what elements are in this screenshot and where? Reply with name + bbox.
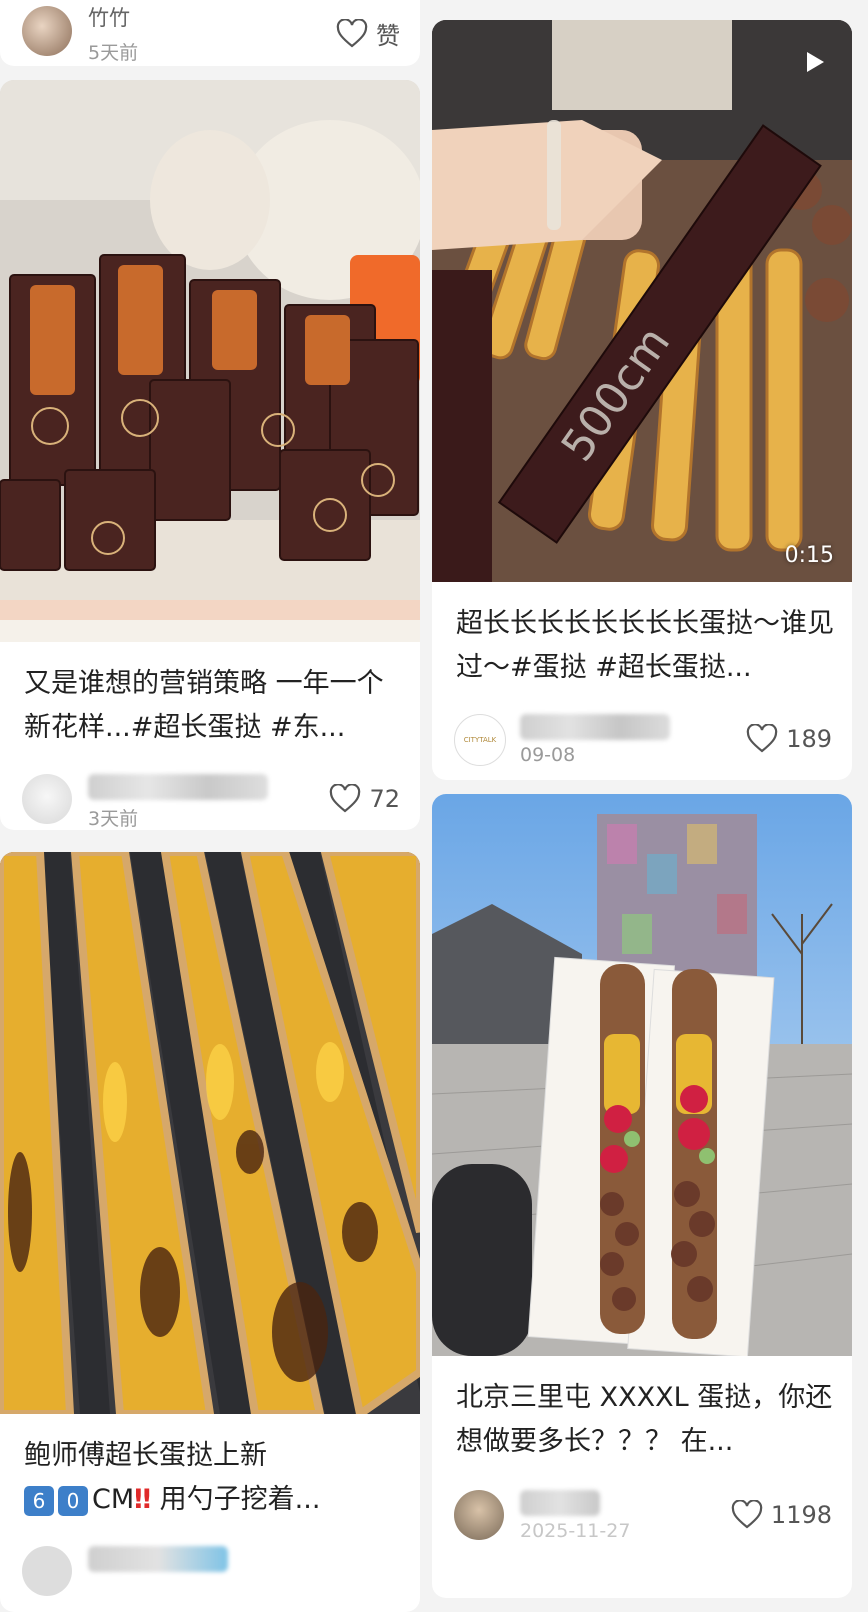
post-meta: CITYTALK 09-08 189	[454, 714, 832, 774]
post-date: 09-08	[520, 744, 576, 766]
sanlitun-egg-tart-photo	[432, 794, 852, 1356]
keycap: 6	[24, 1486, 54, 1516]
post-title[interactable]: 超长长长长长长长长蛋挞～谁见过～#蛋挞 #超长蛋挞...	[456, 602, 834, 690]
post-meta	[22, 1546, 400, 1606]
like-count: 1198	[770, 1501, 832, 1529]
like-button[interactable]: 赞	[336, 16, 400, 51]
keycap: 0	[58, 1486, 88, 1516]
post-video[interactable]: 500cm 0:15	[432, 20, 852, 582]
post-title[interactable]: 又是谁想的营销策略 一年一个新花样...#超长蛋挞 #东...	[24, 662, 402, 750]
post-date: 3天前	[88, 808, 139, 830]
play-icon[interactable]	[804, 50, 826, 74]
post-meta: 3天前 72	[22, 774, 400, 830]
post-card[interactable]: 北京三里屯 XXXXL 蛋挞，你还想做要多长？？？ 在... 2025-11-2…	[432, 794, 852, 1598]
user-name-blurred[interactable]	[88, 1546, 228, 1572]
post-date: 5天前	[88, 42, 139, 64]
user-name-blurred[interactable]	[88, 774, 268, 800]
heart-icon	[746, 724, 778, 753]
post-card[interactable]: 鲍师傅超长蛋挞上新 6 0 CM‼ 用勺子挖着...	[0, 852, 420, 1612]
user-avatar[interactable]	[22, 774, 72, 824]
heart-icon	[330, 784, 361, 813]
like-button[interactable]: 72	[329, 784, 400, 814]
user-avatar[interactable]: CITYTALK	[454, 714, 506, 766]
post-title-line2: 用勺子挖着...	[151, 1484, 321, 1515]
post-image[interactable]	[0, 80, 420, 642]
user-name[interactable]: 竹竹	[88, 2, 130, 32]
heart-icon	[336, 18, 368, 47]
top-meta-card: 竹竹 5天前 赞	[0, 0, 420, 66]
user-avatar[interactable]	[454, 1490, 504, 1540]
post-title[interactable]: 鲍师傅超长蛋挞上新 6 0 CM‼ 用勺子挖着...	[24, 1434, 402, 1522]
post-card[interactable]: 500cm 0:15 超长长长长长长长长蛋挞～谁见过～#蛋挞 #超长蛋挞... …	[432, 20, 852, 780]
boxed-egg-tarts-photo	[0, 80, 420, 642]
user-avatar[interactable]	[22, 6, 72, 56]
user-name-blurred[interactable]	[520, 1490, 600, 1516]
double-exclamation-icon: ‼	[134, 1484, 152, 1515]
like-button[interactable]: 189	[746, 724, 832, 754]
user-name-blurred[interactable]	[520, 714, 670, 740]
post-card[interactable]: 又是谁想的营销策略 一年一个新花样...#超长蛋挞 #东... 3天前 72	[0, 80, 420, 830]
post-date: 2025-11-27	[520, 1520, 631, 1542]
egg-tart-video-frame: 500cm	[432, 20, 852, 582]
post-image[interactable]	[0, 852, 420, 1414]
like-button[interactable]: 1198	[731, 1500, 832, 1530]
post-image[interactable]	[432, 794, 852, 1356]
long-egg-tarts-tray-photo	[0, 852, 420, 1414]
like-label: 赞	[376, 22, 400, 50]
avatar-logo-text: CITYTALK	[463, 736, 497, 744]
post-title-unit: CM	[92, 1484, 135, 1515]
video-duration: 0:15	[784, 543, 834, 568]
heart-icon	[731, 1500, 763, 1529]
like-count: 189	[786, 725, 832, 753]
post-meta: 2025-11-27 1198	[454, 1490, 832, 1550]
user-avatar[interactable]	[22, 1546, 72, 1596]
post-title[interactable]: 北京三里屯 XXXXL 蛋挞，你还想做要多长？？？ 在...	[456, 1376, 834, 1464]
like-count: 72	[369, 785, 400, 813]
post-title-line1: 鲍师傅超长蛋挞上新	[24, 1440, 267, 1471]
